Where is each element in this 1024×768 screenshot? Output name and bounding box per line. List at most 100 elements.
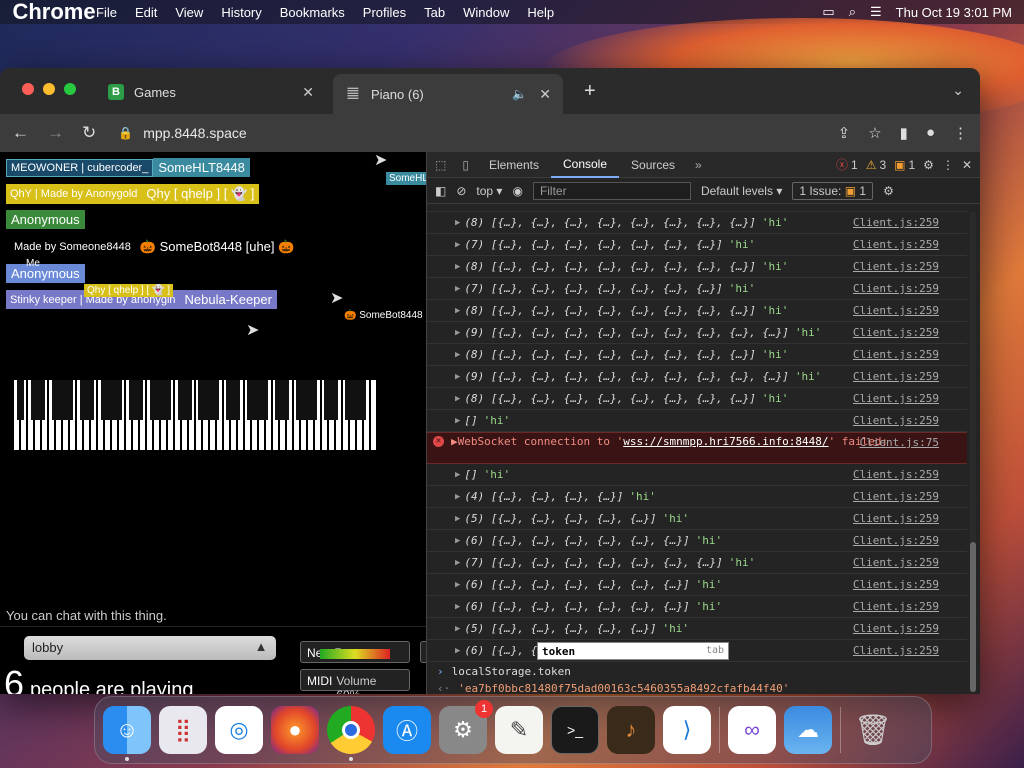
reload-icon[interactable]: ↻: [82, 123, 96, 143]
console-log-row[interactable]: ▶ (8) [{…}, {…}, {…}, {…}, {…}, {…}, {…},…: [427, 300, 967, 322]
piano-black-key[interactable]: [101, 380, 108, 420]
piano-black-key[interactable]: [261, 380, 269, 420]
eye-icon[interactable]: ◉: [512, 184, 522, 198]
piano-black-key[interactable]: [254, 380, 262, 420]
launchpad-icon[interactable]: ⣿: [159, 706, 207, 754]
expand-triangle-icon[interactable]: ▶: [455, 218, 460, 228]
console-log-row[interactable]: ▶ (7) [{…}, {…}, {…}, {…}, {…}, {…}, {…}]…: [427, 552, 967, 574]
piano-black-key[interactable]: [358, 380, 366, 420]
console-log-row[interactable]: ▶ (7) [{…}, {…}, {…}, {…}, {…}, {…}, {…}]…: [427, 234, 967, 256]
console-log-row[interactable]: ▶ [] 'hi' Client.js:259: [427, 410, 967, 432]
midi-button[interactable]: MIDI Volume 60%: [300, 669, 410, 694]
expand-triangle-icon[interactable]: ▶: [455, 602, 460, 612]
console-log-row[interactable]: ▶ (9) [{…}, {…}, {…}, {…}, {…}, {…}, {…},…: [427, 366, 967, 388]
piano-black-key[interactable]: [198, 380, 206, 420]
piano-black-key[interactable]: [59, 380, 67, 420]
piano-black-key[interactable]: [302, 380, 310, 420]
address-bar[interactable]: 🔒 mpp.8448.space: [118, 125, 246, 141]
safari-icon[interactable]: ◎: [215, 706, 263, 754]
back-icon[interactable]: ←: [12, 123, 29, 143]
expand-triangle-icon[interactable]: ▶: [455, 284, 460, 294]
vscode-icon[interactable]: ⟩: [663, 706, 711, 754]
terminal-icon[interactable]: >_: [551, 706, 599, 754]
expand-triangle-icon[interactable]: ▶: [455, 558, 460, 568]
more-tabs-icon[interactable]: »: [695, 158, 702, 172]
console-log-row[interactable]: ▶ (6) [{…}, {…}, {…}, {…}, {…}, {…}] 'hi' C…: [427, 574, 967, 596]
expand-triangle-icon[interactable]: ▶: [455, 580, 460, 590]
log-source-link[interactable]: Client.js:259: [853, 392, 939, 405]
log-source-link[interactable]: Client.js:259: [853, 578, 939, 591]
piano-black-key[interactable]: [212, 380, 220, 420]
log-source-link[interactable]: Client.js:259: [853, 644, 939, 657]
visual-studio-icon[interactable]: ∞: [728, 706, 776, 754]
console-log-row[interactable]: ▶ (5) [{…}, {…}, {…}, {…}, {…}] 'hi' Client…: [427, 508, 967, 530]
piano-black-key[interactable]: [177, 380, 185, 420]
expand-triangle-icon[interactable]: ▶: [451, 435, 458, 448]
log-source-link[interactable]: Client.js:259: [853, 600, 939, 613]
finder-icon[interactable]: ☺: [103, 706, 151, 761]
menu-tab[interactable]: Tab: [424, 5, 445, 20]
console-settings-icon[interactable]: ⚙: [883, 184, 894, 198]
close-window-button[interactable]: [22, 83, 34, 95]
menu-history[interactable]: History: [221, 5, 261, 20]
trash-icon[interactable]: 🗑: [849, 706, 897, 754]
piano-black-key[interactable]: [38, 380, 46, 420]
console-log-row[interactable]: ▶ (6) [{…}, {…}, {…}, {…}, {…}, {…}] 'hi' C…: [427, 530, 967, 552]
expand-triangle-icon[interactable]: ▶: [455, 262, 460, 272]
clear-console-icon[interactable]: ⊘: [456, 184, 466, 198]
user-row[interactable]: QhY | Made by Anonygold Qhy [ qhelp ] [ …: [6, 184, 260, 204]
menu-help[interactable]: Help: [527, 5, 554, 20]
log-source-link[interactable]: Client.js:259: [853, 556, 939, 569]
share-icon[interactable]: ⇪: [838, 124, 851, 142]
lock-icon[interactable]: 🔒: [118, 126, 133, 140]
log-source-link[interactable]: Client.js:259: [853, 348, 939, 361]
minimize-window-button[interactable]: [43, 83, 55, 95]
piano-black-key[interactable]: [80, 380, 88, 420]
log-source-link[interactable]: Client.js:259: [853, 490, 939, 503]
user-name[interactable]: Anonymous: [6, 210, 85, 229]
user-row[interactable]: Made by Someone8448 🎃 SomeBot8448 [uhe] …: [10, 237, 299, 257]
error-url-link[interactable]: wss://smnmpp.hri7566.info:8448/: [623, 435, 828, 448]
menu-profiles[interactable]: Profiles: [363, 5, 406, 20]
spotlight-search-icon[interactable]: ⌕: [849, 4, 856, 20]
autocomplete-popup[interactable]: token tab: [537, 642, 729, 660]
piano-black-key[interactable]: [87, 380, 95, 420]
autocomplete-suggestion[interactable]: token: [542, 645, 575, 658]
console-log-row[interactable]: ▶ (8) [{…}, {…}, {…}, {…}, {…}, {…}, {…},…: [427, 388, 967, 410]
tab-console[interactable]: Console: [550, 152, 620, 178]
piano-black-key[interactable]: [309, 380, 317, 420]
tab-games[interactable]: B Games ✕: [96, 74, 326, 110]
piano-black-key[interactable]: [330, 380, 338, 420]
menu-bookmarks[interactable]: Bookmarks: [280, 5, 345, 20]
expand-triangle-icon[interactable]: ▶: [455, 350, 460, 360]
log-source-link[interactable]: Client.js:259: [853, 282, 939, 295]
console-log-row[interactable]: ▶ (8) [{…}, {…}, {…}, {…}, {…}, {…}, {…},…: [427, 344, 967, 366]
device-toolbar-icon[interactable]: ▯: [462, 158, 469, 172]
console-scrollbar[interactable]: [970, 212, 976, 692]
scrollbar-thumb[interactable]: [970, 542, 976, 692]
piano-black-key[interactable]: [66, 380, 74, 420]
zoom-window-button[interactable]: [64, 83, 76, 95]
piano-black-key[interactable]: [295, 380, 303, 420]
log-source-link[interactable]: Client.js:259: [853, 512, 939, 525]
log-source-link[interactable]: Client.js:259: [853, 622, 939, 635]
close-icon[interactable]: ✕: [302, 84, 314, 101]
piano-black-key[interactable]: [163, 380, 171, 420]
piano-black-key[interactable]: [205, 380, 213, 420]
issues-button[interactable]: 1 Issue: ▣ 1: [792, 181, 874, 200]
profile-icon[interactable]: ●: [926, 124, 935, 142]
piano-keyboard[interactable]: [14, 380, 376, 450]
log-source-link[interactable]: Client.js:259: [853, 468, 939, 481]
expand-triangle-icon[interactable]: ▶: [455, 328, 460, 338]
log-source-link[interactable]: Client.js:259: [853, 238, 939, 251]
triangle-up-icon[interactable]: ▲: [252, 639, 270, 657]
menu-view[interactable]: View: [175, 5, 203, 20]
inspect-element-icon[interactable]: ⬚: [435, 158, 446, 172]
menu-app-name[interactable]: Chrome: [12, 0, 95, 36]
piano-black-key[interactable]: [135, 380, 143, 420]
console-log-row[interactable]: ▶ (7) [{…}, {…}, {…}, {…}, {…}, {…}, {…}]…: [427, 278, 967, 300]
log-source-link[interactable]: Client.js:259: [853, 260, 939, 273]
piano-white-key[interactable]: [371, 380, 376, 450]
expand-triangle-icon[interactable]: ▶: [455, 372, 460, 382]
console-log-row[interactable]: ▶ (8) [{…}, {…}, {…}, {…}, {…}, {…}, {…},…: [427, 256, 967, 278]
